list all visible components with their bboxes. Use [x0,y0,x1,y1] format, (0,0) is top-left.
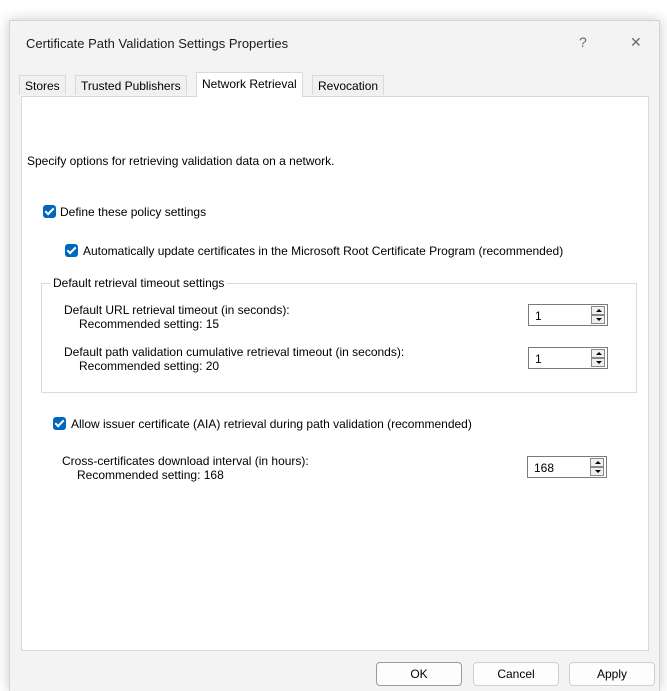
path-timeout-stepper[interactable]: 1 [528,347,608,369]
spin-down-icon[interactable] [590,467,604,476]
url-timeout-label: Default URL retrieval timeout (in second… [64,303,290,317]
title-bar: Certificate Path Validation Settings Pro… [10,21,659,67]
spin-up-icon[interactable] [590,458,604,467]
cross-cert-spin-buttons[interactable] [590,458,604,476]
spin-down-icon[interactable] [591,358,605,367]
cross-cert-value[interactable]: 168 [534,461,554,475]
timeout-settings-group: Default retrieval timeout settings Defau… [41,276,637,393]
cross-cert-recommended: Recommended setting: 168 [77,468,224,482]
aia-retrieval-label: Allow issuer certificate (AIA) retrieval… [71,417,472,431]
close-button[interactable]: ✕ [630,34,642,51]
path-timeout-spin-buttons[interactable] [591,349,605,367]
url-timeout-recommended: Recommended setting: 15 [79,317,220,331]
properties-dialog: Certificate Path Validation Settings Pro… [9,20,660,691]
aia-retrieval-checkbox[interactable] [53,417,66,430]
auto-update-label: Automatically update certificates in the… [83,244,564,258]
tab-trusted-publishers[interactable]: Trusted Publishers [75,75,187,95]
path-timeout-value[interactable]: 1 [535,352,542,366]
cross-cert-stepper[interactable]: 168 [527,456,607,478]
cross-cert-label: Cross-certificates download interval (in… [62,454,309,468]
path-timeout-label: Default path validation cumulative retri… [64,345,405,359]
help-button[interactable]: ? [579,34,587,50]
window-title: Certificate Path Validation Settings Pro… [26,36,289,51]
define-policy-label: Define these policy settings [60,205,207,219]
url-timeout-spin-buttons[interactable] [591,306,605,324]
url-timeout-value[interactable]: 1 [535,309,542,323]
tab-stores[interactable]: Stores [19,75,66,95]
ok-button[interactable]: OK [376,662,462,686]
spin-up-icon[interactable] [591,306,605,315]
network-retrieval-panel: Specify options for retrieving validatio… [21,96,649,651]
spin-down-icon[interactable] [591,315,605,324]
define-policy-checkbox[interactable] [43,205,56,218]
tab-revocation[interactable]: Revocation [312,75,385,95]
auto-update-checkbox[interactable] [65,244,78,257]
path-timeout-recommended: Recommended setting: 20 [79,359,220,373]
cancel-button[interactable]: Cancel [473,662,559,686]
tab-network-retrieval[interactable]: Network Retrieval [196,72,303,97]
intro-text: Specify options for retrieving validatio… [27,154,335,168]
spin-up-icon[interactable] [591,349,605,358]
url-timeout-stepper[interactable]: 1 [528,304,608,326]
timeout-group-title: Default retrieval timeout settings [50,276,228,290]
apply-button[interactable]: Apply [569,662,655,686]
